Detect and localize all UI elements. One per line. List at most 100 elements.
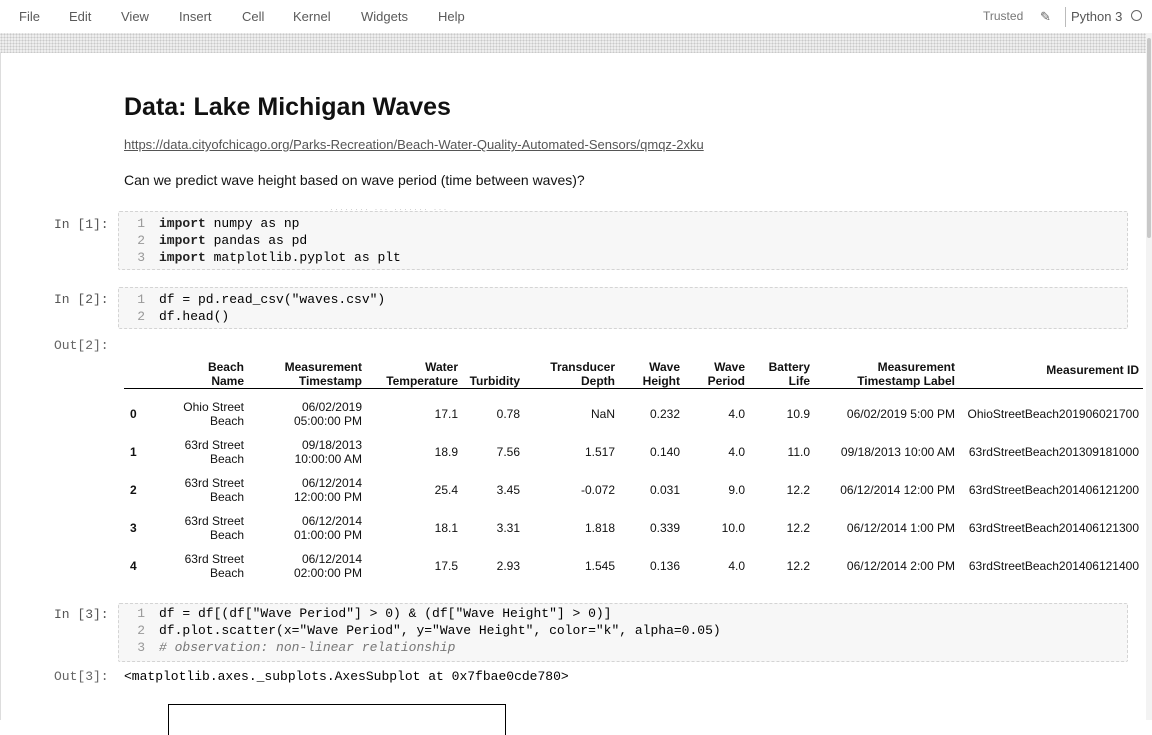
table-cell: 06/12/2014 01:00:00 PM [293, 514, 362, 542]
row-index: 0 [130, 407, 137, 421]
table-cell: 06/12/2014 12:00:00 PM [293, 476, 362, 504]
table-cell: 06/12/2014 1:00 PM [846, 521, 955, 535]
table-cell: 09/18/2013 10:00:00 AM [294, 438, 362, 466]
table-cell: 63rd Street Beach [184, 476, 244, 504]
question-text: Can we predict wave height based on wave… [124, 172, 585, 188]
table-cell: 06/12/2014 12:00 PM [840, 483, 955, 497]
in-prompt-3: In [3]: [54, 607, 109, 622]
table-row: 3 63rd Street Beach 06/12/2014 01:00:00 PM… [124, 509, 1143, 547]
code-cell-3[interactable]: 1 df = df[(df["Wave Period"] > 0) & (df["… [118, 603, 1128, 662]
table-cell: 4.0 [728, 445, 745, 459]
code-line: 3 import matplotlib.pyplot as plt [137, 250, 401, 265]
table-cell: 12.2 [786, 521, 810, 535]
column-header: Transducer Depth [550, 360, 615, 388]
table-cell: 63rd Street Beach [184, 438, 244, 466]
menu-help[interactable]: Help [438, 9, 465, 24]
column-header: Measurement Timestamp [284, 360, 362, 388]
table-cell: 7.56 [496, 445, 520, 459]
column-header: Water Temperature [386, 360, 458, 388]
table-cell: 0.78 [496, 407, 520, 421]
table-cell: 1.517 [584, 445, 615, 459]
scrollbar-thumb[interactable] [1147, 38, 1151, 238]
table-cell: 3.45 [496, 483, 520, 497]
table-row: 0 Ohio Street Beach 06/02/2019 05:00:00 PM… [124, 389, 1143, 434]
data-source-link[interactable]: https://data.cityofchicago.org/Parks-Rec… [124, 137, 704, 152]
table-cell: 63rd Street Beach [184, 514, 244, 542]
table-cell: 11.0 [787, 445, 810, 459]
table-cell: 3.31 [496, 521, 520, 535]
table-cell: 0.140 [649, 445, 680, 459]
table-row: 2 63rd Street Beach 06/12/2014 12:00:00 PM… [124, 471, 1143, 509]
table-header-row: Beach Name Measurement Timestamp Water Temp… [124, 352, 1143, 389]
code-line: 1 df = pd.read_csv("waves.csv") [137, 292, 386, 307]
code-line: 2 df.plot.scatter(x="Wave Period", y="Wav… [137, 623, 721, 638]
header-band [0, 33, 1152, 53]
menu-insert[interactable]: Insert [179, 9, 212, 24]
table-cell: 9.0 [728, 483, 745, 497]
table-cell: 12.2 [786, 483, 810, 497]
dataframe-table: Beach Name Measurement Timestamp Water Temp… [124, 352, 1143, 585]
code-line: 3 # observation: non-linear relationship [137, 640, 456, 655]
table-cell: 17.1 [434, 407, 458, 421]
in-prompt-2: In [2]: [54, 292, 109, 307]
table-cell: -0.072 [580, 483, 615, 497]
code-line: 2 df.head() [137, 309, 230, 324]
table-cell: 0.031 [649, 483, 680, 497]
kernel-idle-icon [1131, 10, 1142, 21]
column-header: Wave Period [707, 360, 745, 388]
notebook-title: Data: Lake Michigan Waves [124, 93, 451, 121]
code-line: 1 df = df[(df["Wave Period"] > 0) & (df["… [137, 606, 612, 621]
table-cell: 4.0 [728, 559, 745, 573]
menu-view[interactable]: View [121, 9, 149, 24]
in-prompt-1: In [1]: [54, 217, 109, 232]
kernel-name[interactable]: Python 3 [1071, 9, 1122, 24]
row-index: 1 [130, 445, 137, 459]
pencil-icon[interactable]: ✎ [1040, 9, 1051, 25]
code-cell-2[interactable]: 1 df = pd.read_csv("waves.csv") 2 df.head(… [118, 287, 1128, 329]
menu-file[interactable]: File [19, 9, 40, 24]
table-cell: 06/12/2014 2:00 PM [846, 559, 955, 573]
menu-edit[interactable]: Edit [69, 9, 91, 24]
trusted-indicator[interactable]: Trusted [983, 9, 1023, 23]
column-header: Measurement ID [1046, 363, 1139, 377]
table-cell: 0.232 [649, 407, 680, 421]
table-cell: 4.0 [728, 407, 745, 421]
menu-cell[interactable]: Cell [242, 9, 264, 24]
scrollbar[interactable] [1146, 33, 1152, 720]
out-prompt-2: Out[2]: [54, 338, 109, 353]
table-row: 4 63rd Street Beach 06/12/2014 02:00:00 PM… [124, 547, 1143, 585]
menu-kernel[interactable]: Kernel [293, 9, 331, 24]
table-cell: 63rd Street Beach [184, 552, 244, 580]
menu-widgets[interactable]: Widgets [361, 9, 408, 24]
row-index: 3 [130, 521, 137, 535]
table-cell: 18.9 [434, 445, 458, 459]
table-cell: NaN [590, 407, 615, 421]
table-cell: 06/12/2014 02:00:00 PM [293, 552, 362, 580]
table-cell: 25.4 [434, 483, 458, 497]
index-header [124, 352, 152, 389]
table-cell: 10.9 [786, 407, 810, 421]
table-cell: 0.339 [649, 521, 680, 535]
output-text: <matplotlib.axes._subplots.AxesSubplot a… [124, 669, 569, 684]
column-header: Turbidity [469, 374, 520, 388]
table-cell: 06/02/2019 05:00:00 PM [293, 400, 362, 428]
column-header: Beach Name [207, 360, 244, 388]
out-prompt-3: Out[3]: [54, 669, 109, 684]
table-row: 1 63rd Street Beach 09/18/2013 10:00:00 AM… [124, 433, 1143, 471]
table-cell: 2.93 [496, 559, 520, 573]
table-cell: 17.5 [434, 559, 458, 573]
column-header: Measurement Timestamp Label [857, 360, 955, 388]
table-cell: 09/18/2013 10:00 AM [840, 445, 955, 459]
code-cell-1[interactable]: 1 import numpy as np 2 import pandas as pd… [118, 211, 1128, 270]
row-index: 2 [130, 483, 137, 497]
row-index: 4 [130, 559, 137, 573]
table-cell: 1.818 [584, 521, 615, 535]
table-cell: 63rdStreetBeach201406121400 [968, 559, 1139, 573]
table-cell: 12.2 [786, 559, 810, 573]
table-cell: OhioStreetBeach201906021700 [967, 407, 1139, 421]
column-header: Wave Height [642, 360, 680, 388]
column-header: Battery Life [768, 360, 810, 388]
table-cell: 10.0 [721, 521, 745, 535]
table-cell: 63rdStreetBeach201309181000 [968, 445, 1139, 459]
code-line: 2 import pandas as pd [137, 233, 308, 248]
